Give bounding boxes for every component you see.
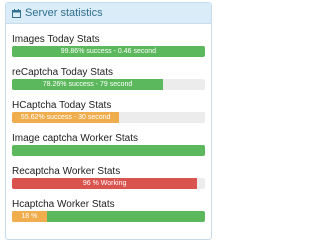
- stat-image-captcha-worker: Image captcha Worker Stats: [12, 133, 205, 156]
- progress-bar-fill: 55.62% success - 30 second: [12, 112, 120, 123]
- progress-bar-track: 96 % Working: [12, 178, 205, 189]
- progress-bar-track: 78.26% success - 79 second: [12, 79, 205, 90]
- progress-bar-track: 99.86% success - 0.46 second: [12, 46, 205, 57]
- stat-label: Images Today Stats: [12, 34, 100, 45]
- stat-label: Hcaptcha Worker Stats: [12, 199, 115, 210]
- progress-bar-fill: 99.86% success - 0.46 second: [12, 46, 205, 57]
- panel-heading: Server statistics: [6, 3, 211, 24]
- stat-label: reCaptcha Today Stats: [12, 67, 113, 78]
- stat-images-today: Images Today Stats 99.86% success - 0.46 …: [12, 34, 205, 57]
- stat-recaptcha-worker: Recaptcha Worker Stats 96 % Working: [12, 166, 205, 189]
- progress-bar-fill: [12, 145, 205, 156]
- stat-label: HCaptcha Today Stats: [12, 100, 112, 111]
- stat-label: Recaptcha Worker Stats: [12, 166, 121, 177]
- progress-bar-track: [12, 145, 205, 156]
- stat-label: Image captcha Worker Stats: [12, 133, 138, 144]
- calendar-icon: [12, 8, 21, 18]
- stat-hcaptcha-today: HCaptcha Today Stats 55.62% success - 30 …: [12, 100, 205, 123]
- server-statistics-panel: Server statistics Images Today Stats 99.8…: [5, 2, 212, 240]
- progress-bar-fill: 18 %: [12, 211, 47, 222]
- stat-recaptcha-today: reCaptcha Today Stats 78.26% success - 79…: [12, 67, 205, 90]
- progress-bar-fill: 78.26% success - 79 second: [12, 79, 164, 90]
- stat-hcaptcha-worker: Hcaptcha Worker Stats 18 %: [12, 199, 205, 222]
- panel-title: Server statistics: [25, 7, 103, 19]
- progress-bar-track: 55.62% success - 30 second: [12, 112, 205, 123]
- progress-bar-fill: 96 % Working: [12, 178, 198, 189]
- stats-list: Images Today Stats 99.86% success - 0.46 …: [6, 34, 211, 222]
- progress-bar-track: 18 %: [12, 211, 205, 222]
